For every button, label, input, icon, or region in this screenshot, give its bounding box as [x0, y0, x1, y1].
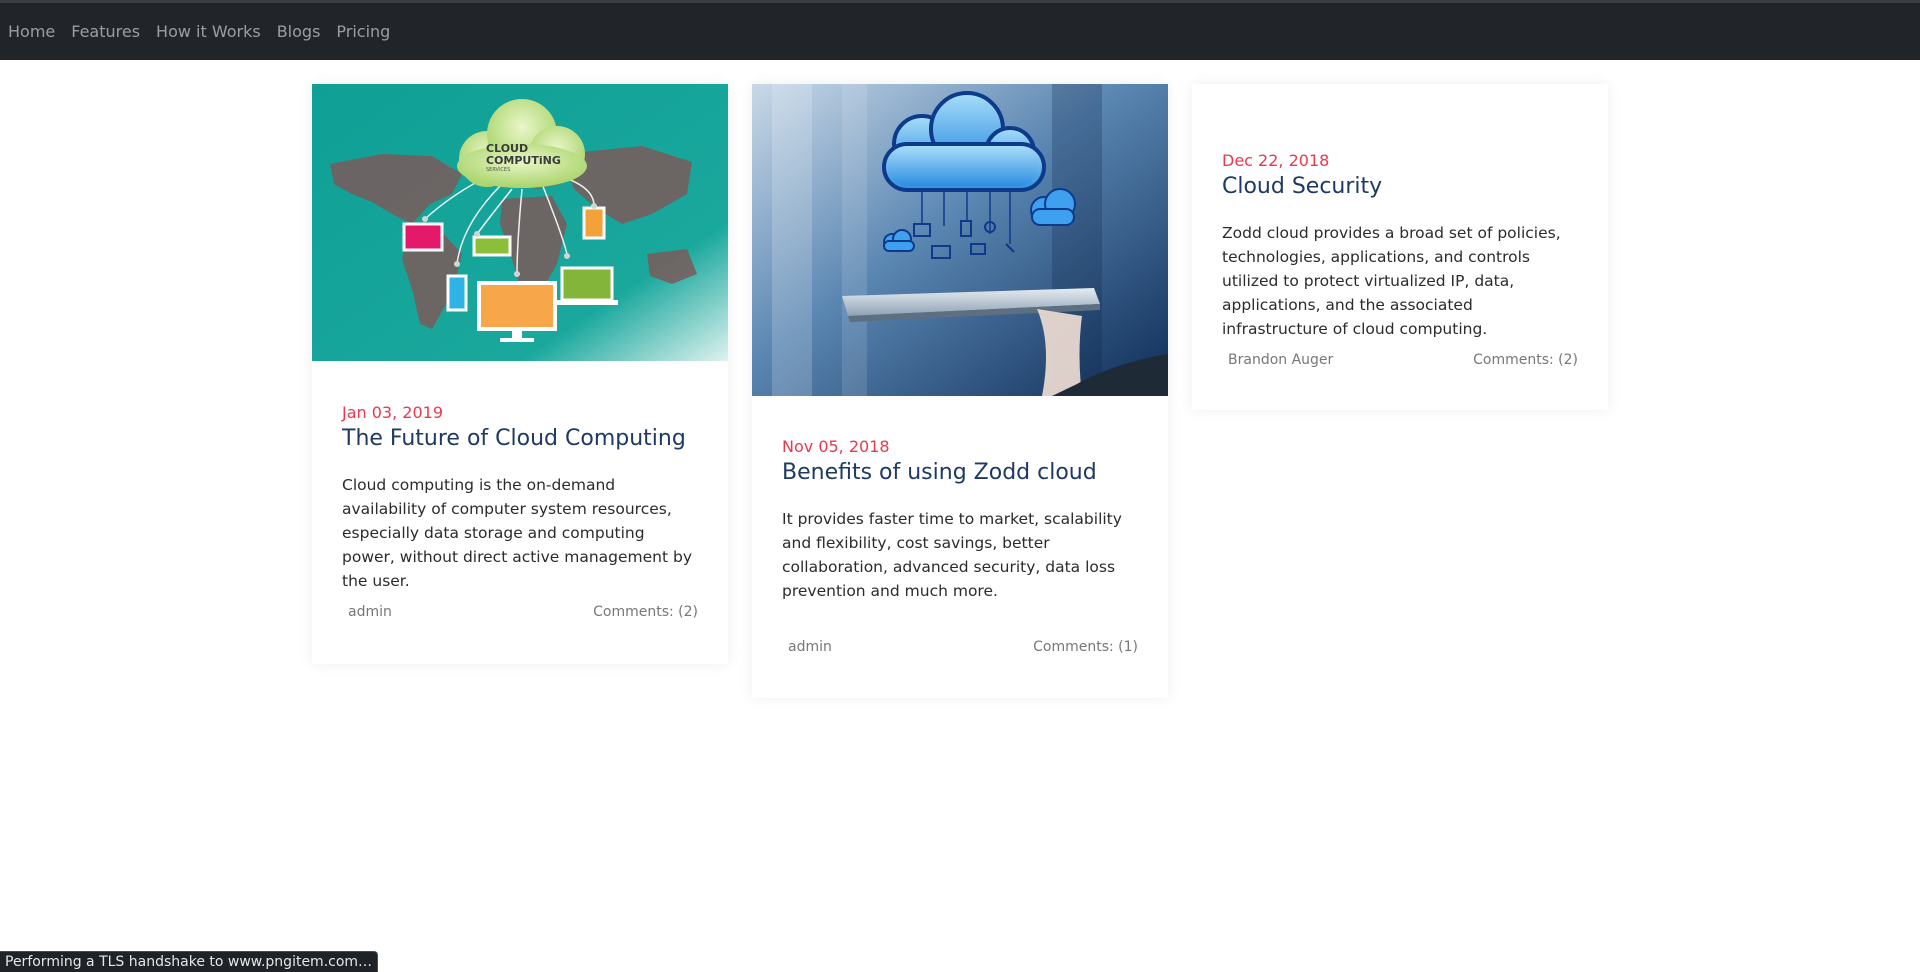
card-body-1: Jan 03, 2019 The Future of Cloud Computi… — [342, 403, 698, 593]
nav-home[interactable]: Home — [8, 22, 55, 41]
post-date: Dec 22, 2018 — [1222, 151, 1330, 170]
post-date: Jan 03, 2019 — [342, 403, 443, 422]
post-date: Nov 05, 2018 — [782, 437, 890, 456]
post-title[interactable]: Cloud Security — [1222, 173, 1578, 201]
browser-status-bar: Performing a TLS handshake to www.pngite… — [0, 951, 379, 972]
cloud-computing-illustration: CLOUD COMPUTiNG SERVICES — [312, 84, 728, 361]
post-description: Cloud computing is the on-demand availab… — [342, 476, 693, 590]
svg-text:COMPUTiNG: COMPUTiNG — [486, 154, 561, 167]
cloud-tablet-photo — [752, 84, 1168, 396]
post-meta: admin Comments: (1) — [788, 639, 1138, 655]
post-image-zodd-cloud[interactable] — [752, 84, 1168, 396]
blog-card-3: Dec 22, 2018 Cloud Security Zodd cloud p… — [1192, 84, 1608, 410]
post-author[interactable]: Brandon Auger — [1228, 352, 1333, 368]
card-body-3: Dec 22, 2018 Cloud Security Zodd cloud p… — [1222, 151, 1578, 341]
navbar: Home Features How it Works Blogs Pricing — [0, 3, 1920, 60]
post-author[interactable]: admin — [788, 639, 832, 655]
post-description: It provides faster time to market, scala… — [782, 510, 1122, 600]
blog-card-1: CLOUD COMPUTiNG SERVICES Jan 03, 2019 Th… — [312, 84, 728, 664]
blog-card-2: Nov 05, 2018 Benefits of using Zodd clou… — [752, 84, 1168, 698]
card-body-2: Nov 05, 2018 Benefits of using Zodd clou… — [782, 437, 1138, 603]
nav-pricing[interactable]: Pricing — [336, 22, 390, 41]
post-image-cloud-computing[interactable]: CLOUD COMPUTiNG SERVICES — [312, 84, 728, 361]
post-title[interactable]: The Future of Cloud Computing — [342, 425, 698, 453]
post-description: Zodd cloud provides a broad set of polic… — [1222, 224, 1561, 338]
nav-blogs[interactable]: Blogs — [277, 22, 321, 41]
nav-how-it-works[interactable]: How it Works — [156, 22, 261, 41]
svg-text:SERVICES: SERVICES — [486, 167, 510, 173]
post-comments[interactable]: Comments: (2) — [1473, 352, 1578, 368]
nav-features[interactable]: Features — [71, 22, 140, 41]
post-comments[interactable]: Comments: (1) — [1033, 639, 1138, 655]
post-title[interactable]: Benefits of using Zodd cloud — [782, 459, 1138, 487]
post-author[interactable]: admin — [348, 604, 392, 620]
post-meta: Brandon Auger Comments: (2) — [1228, 352, 1578, 368]
post-meta: admin Comments: (2) — [348, 604, 698, 620]
post-comments[interactable]: Comments: (2) — [593, 604, 698, 620]
